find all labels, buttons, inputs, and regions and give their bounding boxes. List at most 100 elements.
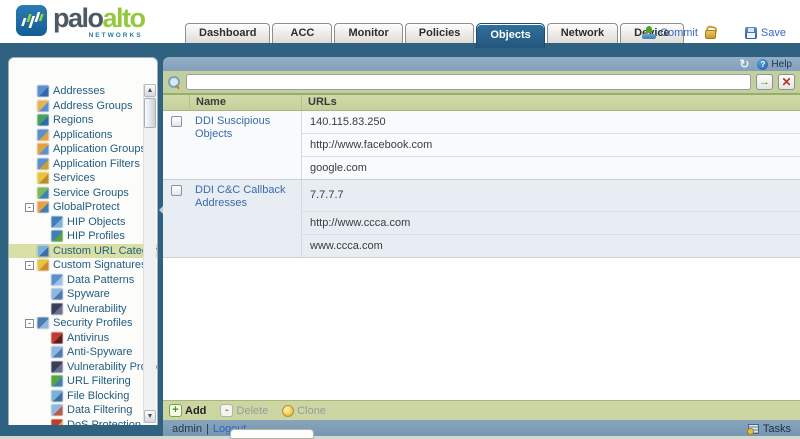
tab-objects[interactable]: Objects <box>476 23 544 48</box>
paloalto-logo: paloalto NETWORKS <box>16 5 145 40</box>
sidebar-item-vulnerability-protection[interactable]: Vulnerability Protection <box>9 360 157 375</box>
sidebar-item-url-filtering[interactable]: URL Filtering <box>9 374 157 389</box>
content-toolbar: ↻ ? Help <box>163 57 800 71</box>
sidebar-item-data-filtering[interactable]: Data Filtering <box>9 403 157 418</box>
object-name-link[interactable]: DDI C&C Callback Addresses <box>189 180 301 257</box>
sidebar-item-application-groups[interactable]: Application Groups <box>9 142 157 157</box>
sidebar-item-services[interactable]: Services <box>9 171 157 186</box>
tab-dashboard[interactable]: Dashboard <box>185 23 270 43</box>
sidebar-item-service-groups[interactable]: Service Groups <box>9 186 157 201</box>
sidebar-item-label: Application Groups <box>53 143 146 155</box>
sidebar-item-custom-url-category[interactable]: Custom URL Category <box>9 244 157 259</box>
sidebar-item-address-groups[interactable]: Address Groups <box>9 99 157 114</box>
save-label: Save <box>761 27 786 39</box>
save-button[interactable]: Save <box>745 27 786 39</box>
content-panel: ↻ ? Help → ✕ Name URLs DDI Suscipious Ob… <box>163 57 800 420</box>
app-header: paloalto NETWORKS DashboardACCMonitorPol… <box>0 0 800 43</box>
search-input[interactable] <box>186 74 751 90</box>
applications-icon <box>37 129 49 141</box>
scrollbar-thumb[interactable] <box>144 98 156 128</box>
actions-bar: + Add - Delete Clone <box>163 400 800 420</box>
tasks-button[interactable]: Tasks <box>748 423 791 435</box>
services-icon <box>37 172 49 184</box>
address-groups-icon <box>37 100 49 112</box>
sidebar-item-file-blocking[interactable]: File Blocking <box>9 389 157 404</box>
hip-objects-icon <box>51 216 63 228</box>
sidebar-item-label: Vulnerability <box>67 303 127 315</box>
sidebar-item-dos-protection[interactable]: DoS Protection <box>9 418 157 426</box>
tab-policies[interactable]: Policies <box>405 23 475 43</box>
sidebar-item-custom-signatures[interactable]: -Custom Signatures <box>9 258 157 273</box>
refresh-icon[interactable]: ↻ <box>739 59 749 69</box>
collapse-toggle-icon[interactable]: - <box>25 319 34 328</box>
file-blocking-icon <box>51 390 63 402</box>
column-header-name[interactable]: Name <box>189 95 301 110</box>
sidebar-item-addresses[interactable]: Addresses <box>9 84 157 99</box>
sidebar-item-label: GlobalProtect <box>53 201 120 213</box>
sidebar-item-hip-profiles[interactable]: HIP Profiles <box>9 229 157 244</box>
search-clear-button[interactable]: ✕ <box>778 74 795 90</box>
commit-button[interactable]: Commit <box>642 26 698 39</box>
delete-button[interactable]: - Delete <box>220 404 268 417</box>
url-value: 140.115.83.250 <box>302 111 800 134</box>
clone-button[interactable]: Clone <box>282 405 326 417</box>
globalprotect-icon <box>37 201 49 213</box>
brand-subtitle: NETWORKS <box>89 33 143 40</box>
table-empty-space <box>163 258 800 400</box>
sidebar-item-regions[interactable]: Regions <box>9 113 157 128</box>
service-groups-icon <box>37 187 49 199</box>
lock-icon[interactable] <box>705 26 717 39</box>
help-label: Help <box>771 59 792 70</box>
sidebar-item-label: HIP Objects <box>67 216 126 228</box>
url-value: http://www.facebook.com <box>302 134 800 157</box>
collapse-toggle-icon[interactable]: - <box>25 261 34 270</box>
collapse-toggle-icon[interactable]: - <box>25 203 34 212</box>
delete-icon: - <box>220 404 233 417</box>
header-actions: Commit Save <box>642 26 786 39</box>
sidebar-item-vulnerability[interactable]: Vulnerability <box>9 302 157 317</box>
tab-monitor[interactable]: Monitor <box>334 23 402 43</box>
commit-label: Commit <box>660 27 698 39</box>
search-go-button[interactable]: → <box>756 74 773 90</box>
url-value: 7.7.7.7 <box>302 180 800 212</box>
sidebar-item-label: File Blocking <box>67 390 129 402</box>
add-button[interactable]: + Add <box>169 404 206 417</box>
sidebar-item-data-patterns[interactable]: Data Patterns <box>9 273 157 288</box>
sidebar-item-anti-spyware[interactable]: Anti-Spyware <box>9 345 157 360</box>
table-panel: Name URLs DDI Suscipious Objects140.115.… <box>163 93 800 420</box>
search-icon <box>168 76 181 89</box>
table-row: DDI Suscipious Objects140.115.83.250http… <box>163 111 800 180</box>
anti-spyware-icon <box>51 346 63 358</box>
tab-acc[interactable]: ACC <box>272 23 332 43</box>
url-list: 140.115.83.250http://www.facebook.comgoo… <box>301 111 800 179</box>
scroll-down-icon[interactable]: ▼ <box>144 410 156 423</box>
sidebar-item-label: Service Groups <box>53 187 129 199</box>
row-checkbox[interactable] <box>171 116 182 127</box>
table-row: DDI C&C Callback Addresses7.7.7.7http://… <box>163 180 800 258</box>
row-checkbox[interactable] <box>171 185 182 196</box>
scroll-up-icon[interactable]: ▲ <box>144 84 156 97</box>
sidebar-item-globalprotect[interactable]: - GlobalProtect <box>9 200 157 215</box>
object-name-link[interactable]: DDI Suscipious Objects <box>189 111 301 179</box>
help-button[interactable]: ? Help <box>757 59 792 70</box>
sidebar-item-security-profiles[interactable]: -Security Profiles <box>9 316 157 331</box>
table-body: DDI Suscipious Objects140.115.83.250http… <box>163 111 800 258</box>
help-icon: ? <box>757 59 768 70</box>
url-value: http://www.ccca.com <box>302 212 800 235</box>
sidebar-item-label: URL Filtering <box>67 375 131 387</box>
sidebar-item-applications[interactable]: Applications <box>9 128 157 143</box>
sidebar-item-spyware[interactable]: Spyware <box>9 287 157 302</box>
column-header-urls[interactable]: URLs <box>301 95 800 110</box>
sidebar-scrollbar[interactable]: ▲ ▼ <box>143 84 156 423</box>
logged-in-user: admin <box>172 423 202 435</box>
custom-url-category-icon <box>37 245 49 257</box>
brand-wordmark: paloalto <box>53 5 145 32</box>
select-all-column-header <box>163 95 189 110</box>
sidebar-item-label: Antivirus <box>67 332 109 344</box>
sidebar-item-hip-objects[interactable]: HIP Objects <box>9 215 157 230</box>
data-patterns-icon <box>51 274 63 286</box>
sidebar-item-antivirus[interactable]: Antivirus <box>9 331 157 346</box>
tab-network[interactable]: Network <box>547 23 618 43</box>
table-header: Name URLs <box>163 93 800 111</box>
sidebar-item-application-filters[interactable]: Application Filters <box>9 157 157 172</box>
